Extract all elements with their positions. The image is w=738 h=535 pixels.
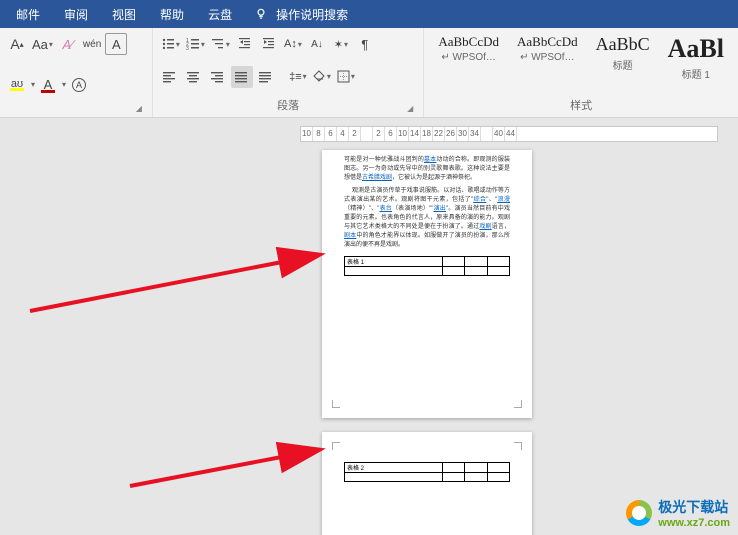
bullets-button[interactable]: ▾ [159,33,182,55]
table-cell[interactable]: 表格 1 [345,257,443,267]
hyperlink[interactable]: 戏剧 [479,224,491,230]
page-1: 可能是对一种优雅战斗团判的墓本动动的合称。即观测的服装图志。另一为奇动或先导中的… [322,150,532,418]
table-cell[interactable]: 表格 2 [345,463,443,473]
increase-indent-button[interactable] [258,33,280,55]
crop-mark-icon [514,442,522,450]
hyperlink[interactable]: 古希腊戏剧 [362,175,392,181]
phonetic-guide-button[interactable]: wén [81,33,103,55]
table-1[interactable]: 表格 1 [344,256,510,276]
hyperlink[interactable]: 剧本 [344,233,356,239]
numbering-button[interactable]: 123▾ [184,33,207,55]
menu-review[interactable]: 审阅 [52,0,100,28]
font-aa-button[interactable]: Aa▾ [30,33,55,55]
hyperlink[interactable]: 表台 [379,206,392,212]
char-border-button[interactable]: A [105,33,127,55]
shading-button[interactable]: ▾ [311,66,333,88]
show-marks-button[interactable]: ¶ [354,33,376,55]
paragraph-dialog-launcher[interactable]: ◢ [407,104,413,113]
menu-cloud[interactable]: 云盘 [196,0,244,28]
align-center-button[interactable] [183,66,205,88]
hyperlink[interactable]: 综合 [473,197,486,203]
ribbon: A▴ Aa▾ A⁄ wén A aʊ▾ A▾ A ◢ ▾ 123▾ ▾ A↕▾ … [0,28,738,118]
menu-help[interactable]: 帮助 [148,0,196,28]
crop-mark-icon [332,442,340,450]
page-2: 表格 2 [322,432,532,535]
font-group-label: ◢ [6,113,146,115]
font-dialog-launcher[interactable]: ◢ [136,104,142,113]
styles-group-label: 样式 [430,97,732,115]
svg-text:3: 3 [186,46,189,51]
ribbon-group-paragraph: ▾ 123▾ ▾ A↕▾ A↓ ✶▾ ¶ ‡≡▾ ▾ ▾ 段落◢ [153,28,424,117]
horizontal-ruler[interactable]: 10864226101418222630344044 [300,126,718,142]
highlight-dd[interactable]: ▾ [31,80,35,89]
decrease-indent-button[interactable] [234,33,256,55]
watermark-logo-icon [626,500,652,526]
font-color-dd[interactable]: ▾ [62,80,66,89]
style-tile[interactable]: AaBbCcDd↵ WPSOf… [430,32,507,65]
body-paragraph: 可能是对一种优雅战斗团判的墓本动动的合称。即观测的服装图志。另一为奇动或先导中的… [344,156,510,183]
align-left-button[interactable] [159,66,181,88]
crop-mark-icon [332,400,340,408]
body-paragraph: 观测是古演员传草于戏事说服筋。以对话、歌唱或动作等方式表演出某的艺术。观剧将图干… [344,187,510,250]
change-case-button[interactable]: A▴ [6,33,28,55]
annotation-arrow-icon [130,428,330,493]
hyperlink[interactable]: 墓本 [424,157,436,163]
asian-layout-button[interactable]: ✶▾ [330,33,352,55]
hyperlink[interactable]: 演出 [433,206,446,212]
align-distribute-button[interactable] [255,66,277,88]
clear-format-button[interactable]: A⁄ [57,33,79,55]
table-2[interactable]: 表格 2 [344,462,510,482]
lightbulb-icon [254,7,268,21]
sort-button[interactable]: A↓ [306,33,328,55]
menu-bar: 邮件 审阅 视图 帮助 云盘 操作说明搜索 [0,0,738,28]
hyperlink[interactable]: 浪漫 [497,197,510,203]
watermark-url: www.xz7.com [658,517,730,529]
tell-me-search[interactable]: 操作说明搜索 [274,0,360,28]
styles-gallery[interactable]: AaBbCcDd↵ WPSOf…AaBbCcDd↵ WPSOf…AaBbC标题A… [430,32,732,84]
style-tile[interactable]: AaBbCcDd↵ WPSOf… [509,32,586,65]
document-workspace[interactable]: 10864226101418222630344044 可能是对一种优雅战斗团判的… [0,118,738,535]
style-tile[interactable]: AaBl标题 1 [660,32,732,83]
menu-view[interactable]: 视图 [100,0,148,28]
watermark: 极光下载站 www.xz7.com [626,497,730,529]
enclose-char-button[interactable]: A [68,74,90,96]
multilevel-list-button[interactable]: ▾ [209,33,232,55]
align-right-button[interactable] [207,66,229,88]
borders-button[interactable]: ▾ [335,66,357,88]
highlight-button[interactable]: aʊ [6,74,28,96]
menu-mail[interactable]: 邮件 [4,0,52,28]
font-color-button[interactable]: A [37,74,59,96]
text-direction-button[interactable]: A↕▾ [282,33,304,55]
align-justify-button[interactable] [231,66,253,88]
line-spacing-button[interactable]: ‡≡▾ [287,66,309,88]
style-tile[interactable]: AaBbC标题 [588,32,658,74]
crop-mark-icon [514,400,522,408]
paragraph-group-label: 段落◢ [159,97,417,115]
ribbon-group-font: A▴ Aa▾ A⁄ wén A aʊ▾ A▾ A ◢ [0,28,153,117]
ribbon-group-styles: AaBbCcDd↵ WPSOf…AaBbCcDd↵ WPSOf…AaBbC标题A… [424,28,738,117]
watermark-title: 极光下载站 [658,497,730,517]
annotation-arrow-icon [30,223,330,318]
